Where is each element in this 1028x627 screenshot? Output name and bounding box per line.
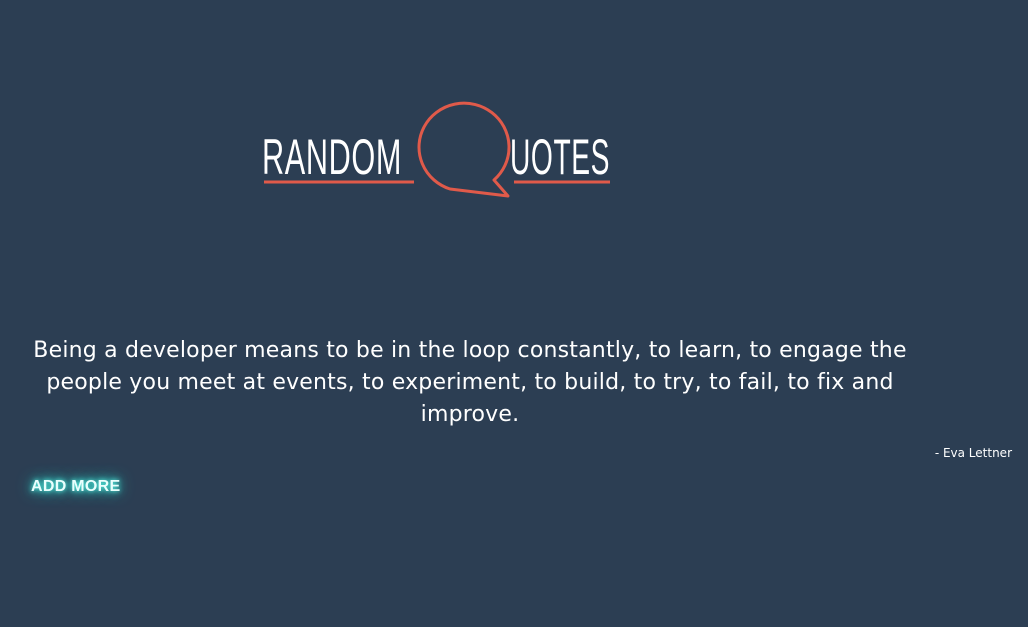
quote-text: Being a developer means to be in the loo… (33, 338, 907, 427)
logo-word-quotes: UOTES (510, 129, 610, 185)
add-more-button[interactable]: ADD MORE (31, 478, 121, 496)
logo-word-random: RANDOM (262, 129, 402, 185)
logo: RANDOM UOTES (262, 96, 614, 200)
speech-bubble-q-icon (417, 101, 511, 198)
quote-block: Being a developer means to be in the loo… (20, 335, 920, 431)
quote-author: - Eva Lettner (934, 446, 1012, 460)
